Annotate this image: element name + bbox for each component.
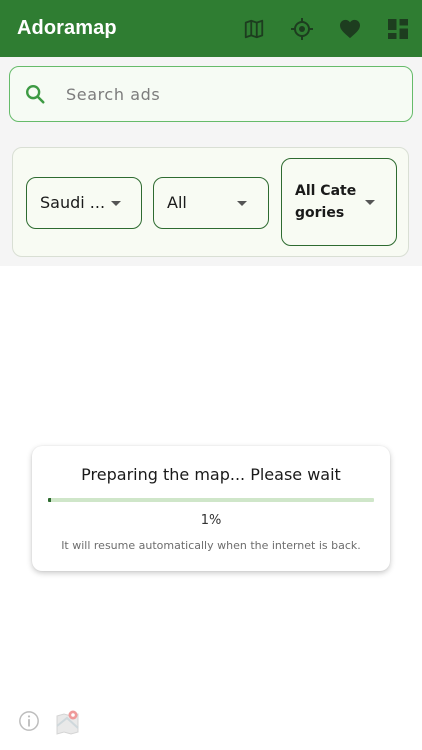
app-root: Adoramap Search ads Saudi ... All All Ca… [0,0,422,750]
my-location-button[interactable] [278,5,326,53]
caret-down-icon [365,200,375,205]
info-icon[interactable] [18,710,40,732]
progress-percent: 1% [200,513,222,528]
region-dropdown-value: All [167,193,187,212]
progress-bar [48,498,374,502]
caret-down-icon [237,201,247,206]
loading-title: Preparing the map... Please wait [81,465,341,484]
filters-card: Saudi ... All All Categories [12,147,409,257]
category-dropdown[interactable]: All Categories [281,158,397,246]
caret-down-icon [111,201,121,206]
my-location-icon [291,17,313,40]
progress-bar-fill [48,498,52,502]
app-bar-actions [230,0,422,57]
loading-note: It will resume automatically when the in… [61,539,361,552]
country-dropdown-value: Saudi ... [40,193,106,212]
map-view-button[interactable] [230,5,278,53]
map-icon [244,19,264,38]
dashboard-icon [388,18,408,39]
country-dropdown[interactable]: Saudi ... [26,177,142,229]
category-dropdown-value: All Categories [295,183,357,221]
favorites-button[interactable] [326,5,374,53]
favorite-heart-icon [340,19,360,38]
map-loading-dialog: Preparing the map... Please wait 1% It w… [32,446,390,571]
search-icon [26,85,45,104]
app-title: Adoramap [17,17,117,39]
region-dropdown[interactable]: All [153,177,269,229]
map-logo-icon [56,710,79,735]
app-bar: Adoramap [0,0,422,57]
search-input[interactable] [64,83,388,105]
search-box[interactable] [9,66,413,122]
dashboard-button[interactable] [374,5,422,53]
search-filter-panel: Saudi ... All All Categories [0,57,422,266]
